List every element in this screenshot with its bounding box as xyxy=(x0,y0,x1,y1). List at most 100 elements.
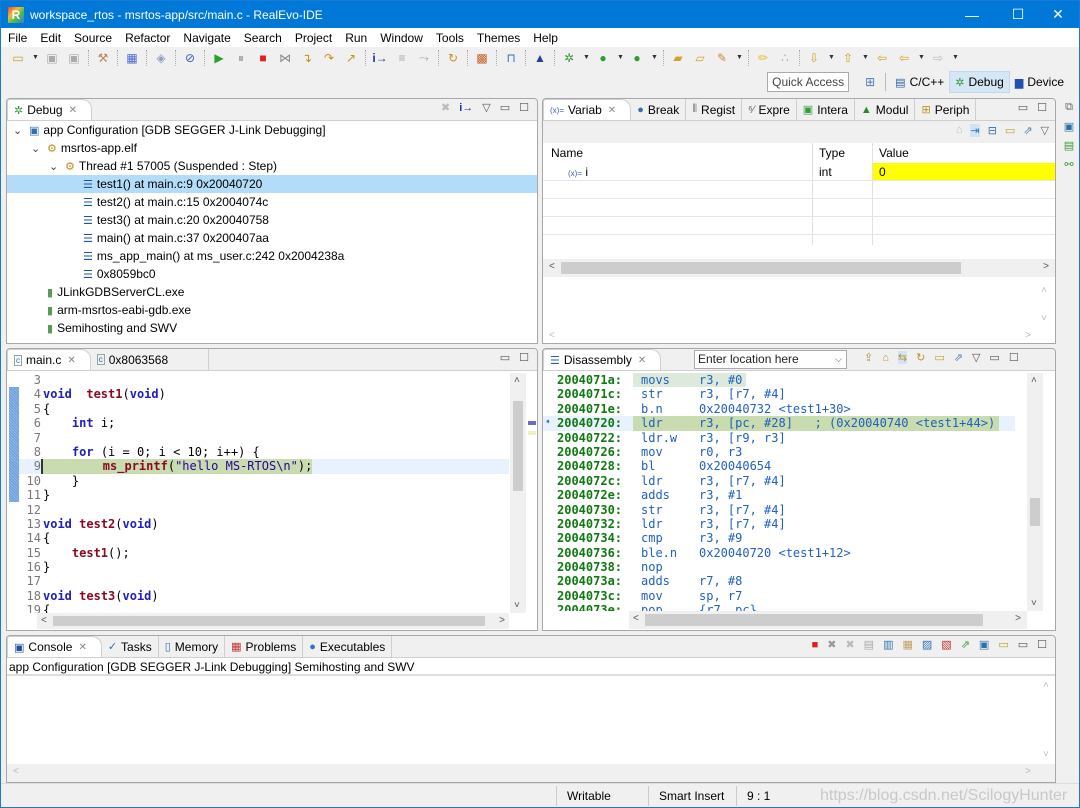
disassembly-row[interactable]: 2004072e: adds r3, #1 xyxy=(543,488,1015,502)
scroll-up-icon[interactable]: ˄ xyxy=(1041,285,1047,296)
terminal-icon[interactable]: ▣ xyxy=(1064,120,1074,133)
reset-icon[interactable]: ↻ xyxy=(445,50,461,66)
menu-file[interactable]: File xyxy=(1,31,33,45)
tab-main-c[interactable]: c main.c ✕ xyxy=(7,349,91,370)
step-over-icon[interactable]: ↷ xyxy=(321,50,337,66)
search-dropdown-icon[interactable]: ▼ xyxy=(736,50,743,66)
tree-item[interactable]: ⌄ ⚙ Thread #1 57005 (Suspended : Step) xyxy=(7,157,537,175)
scroll-up-icon[interactable]: ˄ xyxy=(514,375,520,386)
refresh-icon[interactable]: ↻ xyxy=(916,351,925,364)
maximize-view-icon[interactable]: ☐ xyxy=(519,351,529,364)
last-edit-icon[interactable]: ⇦ xyxy=(874,50,890,66)
scrollbar-thumb[interactable] xyxy=(561,262,961,274)
maximize-view-icon[interactable]: ☐ xyxy=(1009,351,1019,364)
tree-item[interactable]: ☰ main() at main.c:37 0x200407aa xyxy=(7,229,537,247)
use-step-filters-icon[interactable]: ≡ xyxy=(394,50,410,66)
scroll-left-icon[interactable]: < xyxy=(549,261,555,272)
step-into-icon[interactable]: ↴ xyxy=(299,50,315,66)
menu-edit[interactable]: Edit xyxy=(33,31,67,45)
network-icon[interactable]: ⚯ xyxy=(1064,158,1073,171)
back-dropdown-icon[interactable]: ▼ xyxy=(918,50,925,66)
disassembly-row[interactable]: 2004073a: adds r7, #8 xyxy=(543,574,1015,588)
console-vscrollbar[interactable]: ˄ ˅ xyxy=(1039,678,1055,762)
tree-item[interactable]: ☰ 0x8059bc0 xyxy=(7,265,537,283)
external-tools-icon[interactable]: ● xyxy=(629,50,645,66)
disassembly-row[interactable]: 20040736: ble.n 0x20040720 <test1+12> xyxy=(543,546,1015,560)
tab-address[interactable]: c 0x8063568 xyxy=(91,349,210,370)
disassembly-row[interactable]: 2004071e: b.n 0x20040732 <test1+30> xyxy=(543,402,1015,416)
disassembly-row[interactable]: 20040722: ldr.w r3, [r9, r3] xyxy=(543,431,1015,445)
chevron-down-icon[interactable]: ⌄ xyxy=(31,140,47,158)
run-icon[interactable]: ● xyxy=(595,50,611,66)
minimize-view-icon[interactable]: ▭ xyxy=(1018,638,1028,651)
disassembly-vscrollbar[interactable]: ˄ ˅ xyxy=(1027,373,1043,611)
clear-console-icon[interactable]: ▤ xyxy=(864,638,874,651)
menu-refactor[interactable]: Refactor xyxy=(118,31,176,45)
edit-icon[interactable]: ✏ xyxy=(755,50,771,66)
pin-icon[interactable]: ⇗ xyxy=(1023,124,1032,137)
profile-icon[interactable]: ▲ xyxy=(532,50,548,66)
tab-expre[interactable]: ⁶⁄ Expre xyxy=(742,99,797,120)
menu-tools[interactable]: Tools xyxy=(429,31,470,45)
tab-executables[interactable]: ● Executables xyxy=(303,636,393,657)
disassembly-row[interactable]: 20040728: bl 0x20040654 xyxy=(543,459,1015,473)
scroll-down-icon[interactable]: ˅ xyxy=(1041,313,1047,324)
show-type-names-icon[interactable]: ⌂ xyxy=(956,124,963,137)
collapse-all-icon[interactable]: ⊟ xyxy=(988,124,997,137)
code-editor[interactable]: 3 4void test1(void) 5{ 6 int i; 7✓ 8 for… xyxy=(19,373,509,613)
scroll-left-icon[interactable]: < xyxy=(13,766,19,777)
display-console-icon[interactable]: ▣ xyxy=(979,638,989,651)
remove-launch-icon[interactable]: ✖ xyxy=(827,638,836,651)
scrollbar-thumb[interactable] xyxy=(513,401,523,491)
go-to-pc-icon[interactable]: ⇪ xyxy=(864,351,873,364)
chevron-down-icon[interactable]: ⌄ xyxy=(49,158,65,176)
instruction-stepping-icon[interactable]: i→ xyxy=(372,50,388,66)
tab-modul[interactable]: ▲ Modul xyxy=(855,99,916,120)
tab-problems[interactable]: ▦ Problems xyxy=(225,636,304,657)
skip-breakpoints-icon[interactable]: ⊘ xyxy=(182,50,198,66)
column-header-name[interactable]: Name xyxy=(543,143,813,163)
view-menu-icon[interactable]: ▽ xyxy=(972,351,980,364)
debug-dropdown-icon[interactable]: ▼ xyxy=(583,50,590,66)
minimize-view-icon[interactable]: ▭ xyxy=(1018,101,1028,114)
scroll-left-icon[interactable]: < xyxy=(549,330,555,341)
forward-dropdown-icon[interactable]: ▼ xyxy=(952,50,959,66)
menu-navigate[interactable]: Navigate xyxy=(176,31,236,45)
restore-icon[interactable]: ⧉ xyxy=(1065,101,1073,114)
open-folder-icon[interactable]: ▱ xyxy=(692,50,708,66)
minimize-view-icon[interactable]: ▭ xyxy=(989,351,999,364)
remove-terminated-icon[interactable]: ✖ xyxy=(441,101,450,114)
tree-item[interactable]: ☰ test3() at main.c:20 0x20040758 xyxy=(7,211,537,229)
disassembly-row[interactable]: 2004071a: movs r3, #0 xyxy=(543,373,1015,388)
tree-item[interactable]: ☰ ms_app_main() at ms_user.c:242 0x200423… xyxy=(7,247,537,265)
external-tools-dropdown-icon[interactable]: ▼ xyxy=(651,50,658,66)
prev-annotation-dropdown-icon[interactable]: ▼ xyxy=(862,50,869,66)
disconnect-icon[interactable]: ⋈ xyxy=(277,50,293,66)
minimize-button[interactable]: — xyxy=(949,1,995,28)
view-menu-icon[interactable]: ▽ xyxy=(1041,124,1049,137)
disassembly-row[interactable]: 20040732: ldr r3, [r7, #4] xyxy=(543,517,1015,531)
home-icon[interactable]: ⌂ xyxy=(882,352,889,364)
overview-ruler-mark[interactable] xyxy=(528,431,536,435)
tab-memory[interactable]: ▯ Memory xyxy=(159,636,226,657)
resume-icon[interactable]: ▶ xyxy=(211,50,227,66)
build-icon[interactable]: ⚒ xyxy=(95,50,111,66)
pin-icon[interactable]: ⇗ xyxy=(954,351,963,364)
menu-project[interactable]: Project xyxy=(288,31,338,45)
location-input[interactable]: Enter location here ⌵ xyxy=(694,350,847,369)
tab-disassembly[interactable]: ☰ Disassembly ✕ xyxy=(543,349,662,370)
debug-icon[interactable]: ✲ xyxy=(561,50,577,66)
disassembly-row[interactable]: 2004071c: str r3, [r7, #4] xyxy=(543,387,1015,401)
menu-run[interactable]: Run xyxy=(338,31,373,45)
forward-icon[interactable]: ⇨ xyxy=(930,50,946,66)
debug-config-icon[interactable]: ◈ xyxy=(153,50,169,66)
minimize-view-icon[interactable]: ▭ xyxy=(500,101,510,114)
build-config-icon[interactable]: ▦ xyxy=(124,50,140,66)
save-all-icon[interactable]: ▣ xyxy=(66,50,82,66)
tab-debug[interactable]: ✲ Debug ✕ xyxy=(7,99,92,120)
open-element-icon[interactable]: ⊓ xyxy=(503,50,519,66)
status-insert-mode[interactable]: Smart Insert xyxy=(648,785,736,806)
remove-all-terminated-icon[interactable]: ✖ xyxy=(845,638,854,651)
step-return-icon[interactable]: ↗ xyxy=(343,50,359,66)
editor-hscrollbar[interactable]: < > xyxy=(37,613,509,629)
